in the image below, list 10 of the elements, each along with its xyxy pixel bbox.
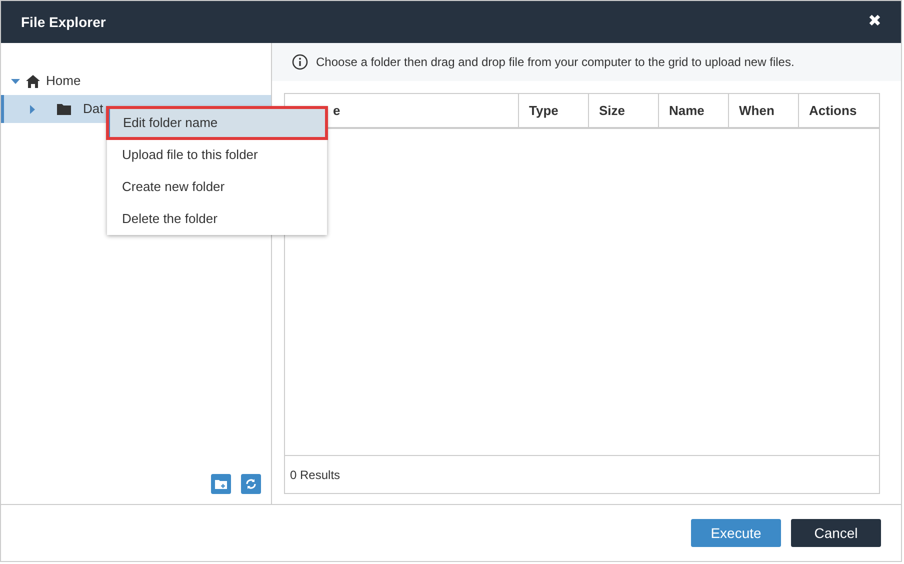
folder-label: Dat bbox=[83, 100, 104, 118]
column-header: When bbox=[728, 94, 798, 127]
column-header: Size bbox=[588, 94, 658, 127]
column-header: Name bbox=[658, 94, 728, 127]
info-text: Choose a folder then drag and drop file from your computer to the grid to upload new files. bbox=[316, 54, 794, 71]
results-count: 0 Results bbox=[290, 466, 340, 484]
window-title: File Explorer bbox=[21, 12, 106, 32]
column-header: Actions bbox=[798, 94, 879, 127]
column-header: Type bbox=[518, 94, 588, 127]
column-header: e bbox=[332, 102, 342, 120]
